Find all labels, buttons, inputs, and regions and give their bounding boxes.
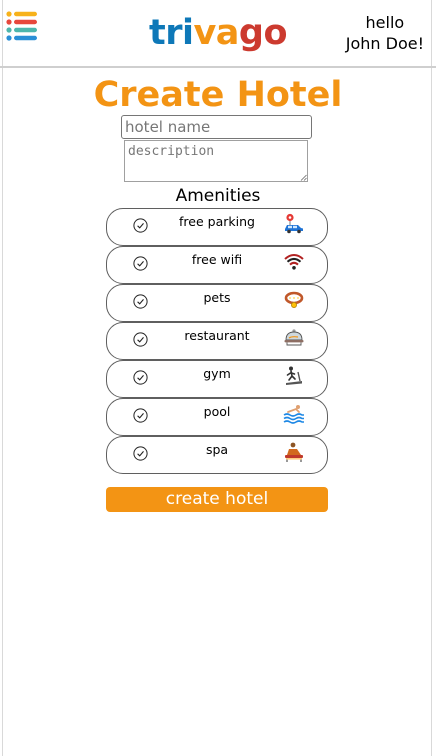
amenity-label: spa: [205, 442, 229, 457]
greeting-username: John Doe!: [345, 34, 424, 53]
check-circle-icon[interactable]: [133, 218, 148, 233]
pet-collar-icon: [284, 291, 304, 308]
amenity-label: pool: [203, 404, 231, 419]
check-circle-icon[interactable]: [133, 370, 148, 385]
greeting-hello: hello: [365, 13, 405, 32]
car-parking-icon: [285, 213, 303, 234]
amenity-restaurant[interactable]: restaurant: [106, 322, 328, 360]
resize-grip-icon[interactable]: [300, 174, 307, 181]
amenity-label: gym: [203, 366, 231, 381]
wifi-icon: [284, 254, 304, 270]
amenity-spa[interactable]: spa: [106, 436, 328, 474]
check-circle-icon[interactable]: [133, 294, 148, 309]
massage-icon: [285, 442, 303, 462]
amenity-pets[interactable]: pets: [106, 284, 328, 322]
food-cloche-icon: [284, 329, 304, 346]
swimming-pool-icon: [283, 405, 304, 424]
amenity-label: restaurant: [184, 328, 250, 343]
top-header: trivago hello John Doe!: [0, 0, 436, 68]
hotel-name-input[interactable]: [121, 115, 312, 139]
page-title: Create Hotel: [93, 75, 343, 115]
amenity-gym[interactable]: gym: [106, 360, 328, 398]
logo-part-tri: tri: [148, 13, 194, 53]
amenity-label: pets: [203, 290, 231, 305]
amenity-pool[interactable]: pool: [106, 398, 328, 436]
amenity-free-parking[interactable]: free parking: [106, 208, 328, 246]
description-textarea[interactable]: [124, 140, 308, 182]
amenity-free-wifi[interactable]: free wifi: [106, 246, 328, 284]
logo-part-go: go: [238, 13, 288, 53]
check-circle-icon[interactable]: [133, 408, 148, 423]
check-circle-icon[interactable]: [133, 446, 148, 461]
check-circle-icon[interactable]: [133, 256, 148, 271]
user-greeting: hello John Doe!: [346, 12, 424, 54]
logo-part-va: va: [193, 13, 239, 53]
create-hotel-button[interactable]: create hotel: [106, 487, 328, 512]
amenity-label: free wifi: [191, 252, 243, 267]
amenity-label: free parking: [179, 214, 255, 229]
check-circle-icon[interactable]: [133, 332, 148, 347]
treadmill-icon: [286, 366, 302, 385]
amenities-heading: Amenities: [175, 186, 261, 206]
